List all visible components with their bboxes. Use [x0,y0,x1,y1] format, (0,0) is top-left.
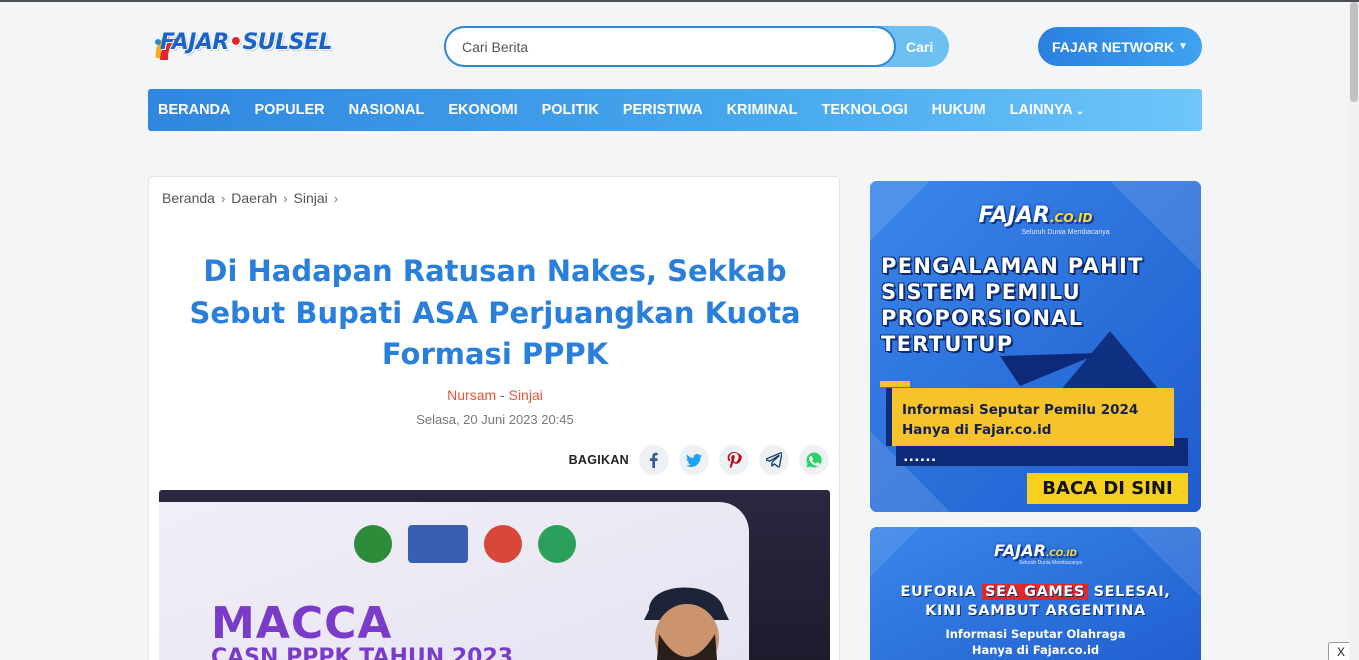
photo-logo-icon [484,525,522,563]
breadcrumb-beranda[interactable]: Beranda [162,190,215,206]
photo-text-sub: CASN PPPK TAHUN 2023 [211,645,514,660]
site-logo[interactable]: FAJAR•SULSEL [152,24,348,68]
whatsapp-share-button[interactable] [799,445,829,475]
ad-banner-pemilu[interactable]: FAJAR.CO.ID Seluruh Dunia Membacanya PEN… [870,181,1201,512]
breadcrumb-daerah[interactable]: Daerah [231,190,277,206]
twitter-icon [686,453,702,467]
page-scrollbar[interactable] [1349,2,1359,660]
breadcrumb-separator-icon: › [333,190,339,206]
ad2-headline-post: SELESAI, [1093,584,1171,600]
speaker-silhouette-icon [644,587,729,660]
breadcrumb-separator-icon: › [283,190,288,206]
pinterest-share-button[interactable] [719,445,749,475]
photo-logo-icon [354,525,392,563]
fajar-network-label: FAJAR NETWORK [1051,38,1175,55]
ad1-headline-line: PROPORSIONAL [881,306,1084,330]
ad2-sub-line: Informasi Seputar Olahraga [945,627,1126,641]
article-card: Beranda › Daerah › Sinjai › Di Hadapan R… [148,176,840,660]
ad1-headline: PENGALAMAN PAHIT SISTEM PEMILU PROPORSIO… [881,253,1201,357]
ad1-logo-suffix: .CO.ID [1049,211,1093,225]
article-photo: MACCA CASN PPPK TAHUN 2023 [159,490,830,660]
ad2-headline: EUFORIA SEA GAMES SELESAI, KINI SAMBUT A… [870,583,1201,621]
breadcrumb-separator-icon: › [220,190,226,206]
ad2-logo-suffix: .CO.ID [1045,549,1077,559]
fajar-network-button[interactable]: FAJAR NETWORK ▼ [1038,27,1202,66]
ad1-headline-line: PENGALAMAN PAHIT [881,254,1144,278]
logo-dot: • [228,30,243,55]
ad-banner-olahraga[interactable]: FAJAR.CO.ID Seluruh Dunia Membacanya EUF… [870,527,1201,660]
ad2-sub: Informasi Seputar Olahraga Hanya di Faja… [870,626,1201,658]
ad1-headline-line: TERTUTUP [881,332,1014,356]
byline-separator: - [500,387,505,403]
nav-item-ekonomi[interactable]: EKONOMI [448,102,517,118]
ad1-info-box: Informasi Seputar Pemilu 2024 Hanya di F… [886,388,1174,446]
nav-item-lainnya-label: LAINNYA [1009,102,1073,118]
nav-item-nasional[interactable]: NASIONAL [349,102,425,118]
ad2-headline-line1: EUFORIA SEA GAMES SELESAI, [870,583,1201,602]
author-link[interactable]: Nursam [447,387,496,403]
nav-item-beranda[interactable]: BERANDA [158,102,231,118]
breadcrumb: Beranda › Daerah › Sinjai › [162,190,338,206]
article-title: Di Hadapan Ratusan Nakes, Sekkab Sebut B… [189,254,801,371]
photo-logos [354,525,576,563]
ad2-tagline: Seluruh Dunia Membacanya [1018,560,1083,566]
facebook-icon [650,452,658,468]
share-bar: BAGIKAN [569,445,829,475]
search-input[interactable] [444,26,896,67]
ad2-headline-highlight: SEA GAMES [982,584,1088,600]
breadcrumb-sinjai[interactable]: Sinjai [294,190,328,206]
telegram-icon [766,452,782,468]
photo-text-main: MACCA [211,598,393,649]
logo-text: FAJAR•SULSEL [160,30,333,55]
ad1-tagline: Seluruh Dunia Membacanya [1021,229,1110,236]
ad2-sub-line: Hanya di Fajar.co.id [971,643,1100,657]
nav-item-kriminal[interactable]: KRIMINAL [727,102,798,118]
ad1-info-line: Hanya di Fajar.co.id [902,422,1052,438]
article-byline: Nursam - Sinjai [149,387,841,403]
ad2-logo-main: FAJAR [994,541,1046,560]
twitter-share-button[interactable] [679,445,709,475]
main-nav: BERANDA POPULER NASIONAL EKONOMI POLITIK… [148,89,1202,131]
ad1-logo: FAJAR.CO.ID [870,203,1201,228]
share-label: BAGIKAN [568,453,629,467]
ad2-logo: FAJAR.CO.ID [870,541,1201,560]
ad2-headline-line2: KINI SAMBUT ARGENTINA [925,603,1146,619]
nav-item-populer[interactable]: POPULER [255,102,325,118]
whatsapp-icon [806,452,822,468]
location-link[interactable]: Sinjai [509,387,543,403]
facebook-share-button[interactable] [639,445,669,475]
nav-item-teknologi[interactable]: TEKNOLOGI [821,102,907,118]
ad1-logo-main: FAJAR [978,203,1050,228]
photo-logo-icon [408,525,468,563]
ad2-headline-pre: EUFORIA [900,584,977,600]
nav-item-lainnya[interactable]: LAINNYA ⌄ [1010,102,1085,118]
logo-main: FAJAR [160,30,229,55]
ad1-cta-button[interactable]: BACA DI SINI [1027,473,1188,504]
photo-logo-icon [538,525,576,563]
scrollbar-thumb[interactable] [1350,2,1358,102]
search-bar: Cari [444,26,949,67]
telegram-share-button[interactable] [759,445,789,475]
nav-item-politik[interactable]: POLITIK [542,102,599,118]
ad1-headline-line: SISTEM PEMILU [881,280,1081,304]
caret-down-icon: ▼ [1178,41,1189,52]
nav-item-hukum[interactable]: HUKUM [932,102,986,118]
pinterest-icon [727,452,742,468]
ad1-dots-decoration: ▪▪▪▪▪▪ [904,455,938,466]
chevron-down-icon: ⌄ [1075,106,1085,117]
nav-item-peristiwa[interactable]: PERISTIWA [623,102,703,118]
ad1-info-line: Informasi Seputar Pemilu 2024 [902,402,1139,418]
search-button[interactable]: Cari [896,26,949,67]
article-date: Selasa, 20 Juni 2023 20:45 [416,412,574,427]
logo-sub: SULSEL [242,30,333,55]
